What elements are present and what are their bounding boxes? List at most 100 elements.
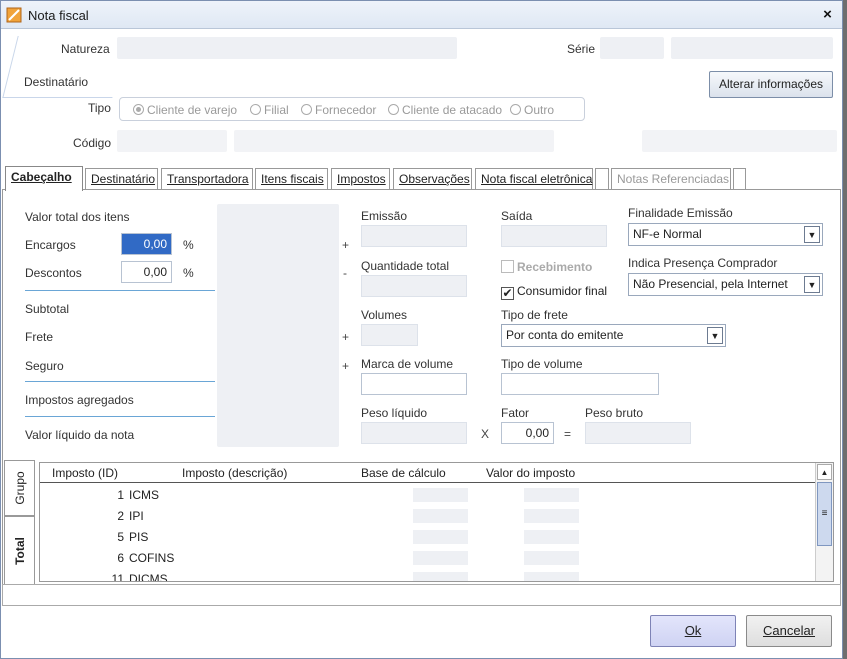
volumes-label: Volumes (361, 308, 408, 322)
radio-dot-icon (133, 104, 144, 115)
scroll-up-icon[interactable]: ▲ (817, 464, 832, 480)
cancel-button[interactable]: Cancelar (746, 615, 832, 647)
radio-cliente-varejo[interactable]: Cliente de varejo (133, 103, 237, 117)
col-imposto-descricao[interactable]: Imposto (descrição) (182, 466, 287, 480)
valor-imposto-value (524, 572, 579, 581)
peso-bruto-label: Peso bruto (585, 406, 644, 420)
radio-fornecedor[interactable]: Fornecedor (301, 103, 376, 117)
radio-filial[interactable]: Filial (250, 103, 289, 117)
frete-plus-sign: + (342, 330, 350, 344)
valor-imposto-value (524, 509, 579, 523)
separator (25, 416, 215, 417)
checkmark-icon: ✔ (501, 286, 514, 300)
totals-values-column (217, 204, 339, 447)
separator (25, 381, 215, 382)
peso-liquido-field (361, 422, 467, 444)
tab-observacoes[interactable]: Observações (393, 168, 472, 190)
tab-total[interactable]: Total (4, 516, 35, 586)
marca-volume-input[interactable] (361, 373, 467, 395)
tipo-frete-label: Tipo de frete (501, 308, 568, 322)
nota-fiscal-window: Nota fiscal × Natureza Série Destinatári… (0, 0, 843, 659)
radio-outro[interactable]: Outro (510, 103, 554, 117)
encargos-plus-sign: + (342, 238, 350, 252)
descontos-input[interactable]: 0,00 (121, 261, 172, 283)
tab-blank-1[interactable] (595, 168, 609, 190)
col-base-calculo[interactable]: Base de cálculo (361, 466, 446, 480)
tipo-frete-select[interactable]: Por conta do emitente ▼ (501, 324, 726, 347)
saida-label: Saída (501, 209, 533, 223)
codigo-field[interactable] (117, 130, 227, 152)
tipo-volume-input[interactable] (501, 373, 659, 395)
quantidade-total-label: Quantidade total (361, 259, 450, 273)
col-imposto-id[interactable]: Imposto (ID) (52, 466, 118, 480)
presenca-comprador-label: Indica Presença Comprador (628, 256, 778, 270)
chevron-down-icon: ▼ (707, 327, 723, 344)
valor-liquido-label: Valor líquido da nota (25, 428, 135, 442)
fator-input[interactable]: 0,00 (501, 422, 554, 444)
descontos-label: Descontos (25, 266, 82, 280)
impostos-agregados-label: Impostos agregados (25, 393, 134, 407)
table-row[interactable]: 6 COFINS (40, 548, 815, 569)
table-row[interactable]: 5 PIS (40, 527, 815, 548)
codigo-label: Código (73, 136, 112, 150)
natureza-field[interactable] (117, 37, 457, 59)
tab-strip: Cabeçalho Destinatário Transportadora It… (2, 166, 842, 191)
radio-dot-icon (301, 104, 312, 115)
serie-field[interactable] (600, 37, 664, 59)
emissao-field[interactable] (361, 225, 467, 247)
ok-button[interactable]: Ok (650, 615, 736, 647)
scroll-thumb[interactable]: ≡ (817, 482, 832, 546)
valor-imposto-value (524, 530, 579, 544)
alterar-informacoes-button[interactable]: Alterar informações (709, 71, 833, 98)
natureza-label: Natureza (61, 42, 110, 56)
encargos-label: Encargos (25, 238, 76, 252)
grid-header: Imposto (ID) Imposto (descrição) Base de… (40, 463, 815, 483)
tab-nota-fiscal-eletronica[interactable]: Nota fiscal eletrônica (475, 168, 593, 190)
radio-cliente-atacado[interactable]: Cliente de atacado (388, 103, 502, 117)
finalidade-emissao-select[interactable]: NF-e Normal ▼ (628, 223, 823, 246)
tipo-radio-group: Cliente de varejo Filial Fornecedor Clie… (119, 97, 585, 121)
tab-grupo[interactable]: Grupo (4, 460, 35, 516)
codigo-extra-field (642, 130, 837, 152)
encargos-percent: % (183, 238, 194, 252)
table-row[interactable]: 11 DICMS (40, 569, 815, 581)
status-strip (2, 584, 841, 606)
radio-dot-icon (388, 104, 399, 115)
tab-itens-fiscais[interactable]: Itens fiscais (255, 168, 328, 190)
col-valor-imposto[interactable]: Valor do imposto (486, 466, 575, 480)
serie-description-field[interactable] (671, 37, 833, 59)
table-row[interactable]: 1 ICMS (40, 485, 815, 506)
table-row[interactable]: 2 IPI (40, 506, 815, 527)
grid-scrollbar[interactable]: ▲ ≡ (815, 463, 833, 581)
base-calculo-value (413, 530, 468, 544)
tab-destinatario[interactable]: Destinatário (85, 168, 158, 190)
tab-transportadora[interactable]: Transportadora (161, 168, 253, 190)
impostos-grid: Imposto (ID) Imposto (descrição) Base de… (39, 462, 834, 582)
presenca-comprador-select[interactable]: Não Presencial, pela Internet ▼ (628, 273, 823, 296)
checkbox-icon (501, 260, 514, 273)
seguro-plus-sign: + (342, 359, 350, 373)
saida-field[interactable] (501, 225, 607, 247)
recebimento-checkbox: Recebimento (501, 260, 592, 274)
valor-total-itens-label: Valor total dos itens (25, 210, 130, 224)
serie-label: Série (567, 42, 596, 56)
equals-sign: = (564, 427, 572, 441)
consumidor-final-checkbox[interactable]: ✔ Consumidor final (501, 284, 607, 300)
destinatario-label: Destinatário (24, 75, 89, 89)
peso-bruto-field (585, 422, 691, 444)
tab-notas-referenciadas: Notas Referenciadas (611, 168, 731, 190)
close-icon[interactable]: × (818, 6, 837, 23)
base-calculo-value (413, 551, 468, 565)
tab-cabecalho[interactable]: Cabeçalho (5, 166, 83, 191)
valor-imposto-value (524, 551, 579, 565)
seguro-label: Seguro (25, 359, 64, 373)
tab-blank-2[interactable] (733, 168, 746, 190)
separator (25, 290, 215, 291)
radio-dot-icon (510, 104, 521, 115)
encargos-input[interactable]: 0,00 (121, 233, 172, 255)
tab-impostos[interactable]: Impostos (331, 168, 390, 190)
codigo-description-field[interactable] (234, 130, 554, 152)
base-calculo-value (413, 488, 468, 502)
tipo-volume-label: Tipo de volume (501, 357, 583, 371)
frete-label: Frete (25, 330, 54, 344)
